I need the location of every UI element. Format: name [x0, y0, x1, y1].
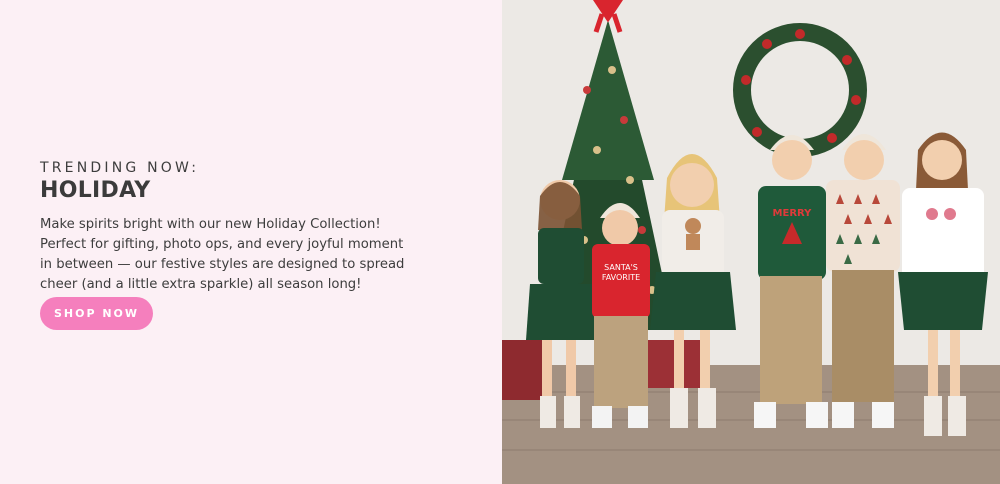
- promo-headline: HOLIDAY: [40, 178, 151, 203]
- santas-shirt-line2: FAVORITE: [602, 273, 640, 282]
- promo-text-block: TRENDING NOW: HOLIDAY Make spirits brigh…: [40, 160, 420, 295]
- promo-description: Make spirits bright with our new Holiday…: [40, 217, 405, 292]
- merry-shirt-text: MERRY: [773, 208, 813, 219]
- santas-shirt-line1: SANTA'S: [604, 263, 638, 272]
- holiday-photo[interactable]: SANTA'S FAVORITE MERRY: [502, 0, 1000, 484]
- holiday-banner: TRENDING NOW: HOLIDAY Make spirits brigh…: [0, 0, 1000, 484]
- kids-holiday-photo-illustration: SANTA'S FAVORITE MERRY: [502, 0, 1000, 484]
- shop-now-button[interactable]: SHOP NOW: [40, 297, 153, 330]
- promo-panel: TRENDING NOW: HOLIDAY Make spirits brigh…: [0, 0, 502, 484]
- eyebrow-label: TRENDING NOW:: [40, 160, 200, 176]
